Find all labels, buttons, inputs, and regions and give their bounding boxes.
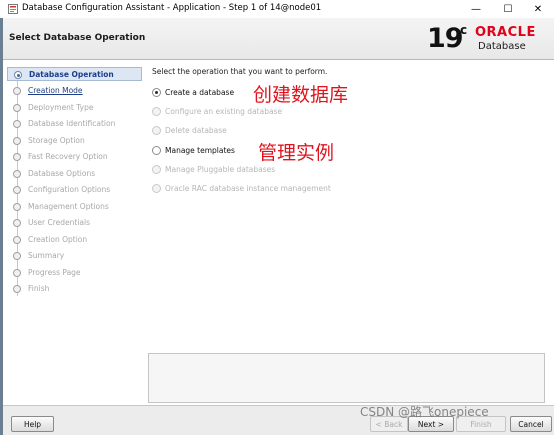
oracle-logo: 19 c ORACLE Database: [427, 21, 553, 57]
option-label: Manage Pluggable databases: [165, 165, 276, 174]
nav-step-label: Storage Option: [28, 135, 85, 145]
step-navigator: Database Operation Creation Mode Deploym…: [3, 60, 142, 405]
header-banner: Select Database Operation 19 c ORACLE Da…: [3, 18, 554, 60]
logo-brand: ORACLE: [475, 25, 536, 40]
step-indicator-icon: [13, 169, 21, 178]
app-icon: [8, 4, 18, 14]
logo-version: 19: [427, 23, 464, 54]
nav-step-label: Creation Option: [28, 234, 88, 244]
radio-button[interactable]: [152, 146, 161, 155]
instruction-text: Select the operation that you want to pe…: [152, 67, 328, 76]
nav-step-label: Management Options: [28, 201, 109, 211]
watermark-text: CSDN @路飞onepiece: [360, 405, 489, 419]
logo-suffix: c: [460, 23, 468, 37]
nav-step-management-options: Management Options: [7, 200, 142, 214]
nav-step-label: Configuration Options: [28, 185, 111, 194]
radio-button[interactable]: [152, 88, 161, 97]
minimize-button[interactable]: —: [462, 0, 490, 18]
step-indicator-icon: [13, 186, 21, 194]
nav-step-label: Finish: [28, 284, 50, 293]
nav-step-database-options: Database Options: [7, 167, 142, 181]
nav-step-database-identification: Database Identification: [7, 117, 142, 131]
nav-step-summary: Summary: [7, 249, 142, 263]
nav-step-label: User Credentials: [28, 218, 90, 227]
step-indicator-icon: [13, 136, 21, 145]
logo-product: Database: [478, 41, 526, 52]
step-indicator-icon: [13, 285, 21, 293]
window-title: Database Configuration Assistant - Appli…: [22, 3, 322, 13]
page-title: Select Database Operation: [9, 33, 146, 43]
nav-step-creation-option: Creation Option: [7, 233, 142, 247]
step-indicator-icon: [13, 219, 21, 227]
nav-step-user-credentials: User Credentials: [7, 216, 142, 230]
annotation-create-database: 创建数据库: [253, 84, 349, 106]
nav-step-database-operation[interactable]: Database Operation: [7, 67, 142, 81]
radio-button: [152, 165, 161, 174]
step-indicator-icon: [13, 268, 21, 277]
title-bar: Database Configuration Assistant - Appli…: [0, 0, 554, 18]
description-area: [148, 353, 545, 403]
nav-step-deployment-type: Deployment Type: [7, 101, 142, 115]
step-indicator-icon: [14, 71, 22, 79]
step-indicator-icon: [13, 235, 21, 244]
nav-step-label: Progress Page: [28, 267, 81, 277]
step-indicator-icon: [13, 252, 21, 260]
nav-step-label: Database Options: [28, 168, 96, 178]
option-label: Delete database: [165, 126, 227, 135]
close-button[interactable]: ✕: [524, 0, 552, 18]
maximize-button[interactable]: ☐: [494, 0, 522, 18]
step-indicator-icon: [13, 202, 21, 211]
step-indicator-icon: [13, 120, 21, 128]
option-label: Configure an existing database: [165, 107, 283, 116]
radio-button: [152, 107, 161, 116]
step-indicator-icon: [13, 153, 21, 161]
nav-step-storage-option: Storage Option: [7, 134, 142, 148]
nav-step-label: Deployment Type: [28, 102, 94, 112]
step-indicator-icon: [13, 103, 21, 112]
nav-step-label: Database Operation: [29, 70, 114, 79]
radio-button: [152, 184, 161, 193]
annotation-manage-instance: 管理实例: [258, 142, 335, 164]
nav-step-creation-mode[interactable]: Creation Mode: [7, 84, 142, 98]
nav-step-label: Fast Recovery Option: [28, 152, 108, 161]
nav-step-finish: Finish: [7, 282, 142, 296]
nav-step-progress-page: Progress Page: [7, 266, 142, 280]
step-indicator-icon: [13, 87, 21, 95]
option-label: Manage templates: [165, 146, 235, 155]
option-label: Create a database: [165, 88, 235, 97]
radio-button: [152, 126, 161, 135]
option-label: Oracle RAC database instance management: [165, 184, 331, 193]
nav-step-label: Database Identification: [28, 119, 116, 128]
nav-step-label: Summary: [28, 251, 65, 260]
cancel-button[interactable]: Cancel: [510, 416, 552, 432]
nav-step-configuration-options: Configuration Options: [7, 183, 142, 197]
nav-step-label: Creation Mode: [28, 86, 83, 95]
help-button[interactable]: Help: [11, 416, 54, 432]
nav-step-fast-recovery-option: Fast Recovery Option: [7, 150, 142, 164]
main-content-panel: Select the operation that you want to pe…: [146, 60, 549, 405]
